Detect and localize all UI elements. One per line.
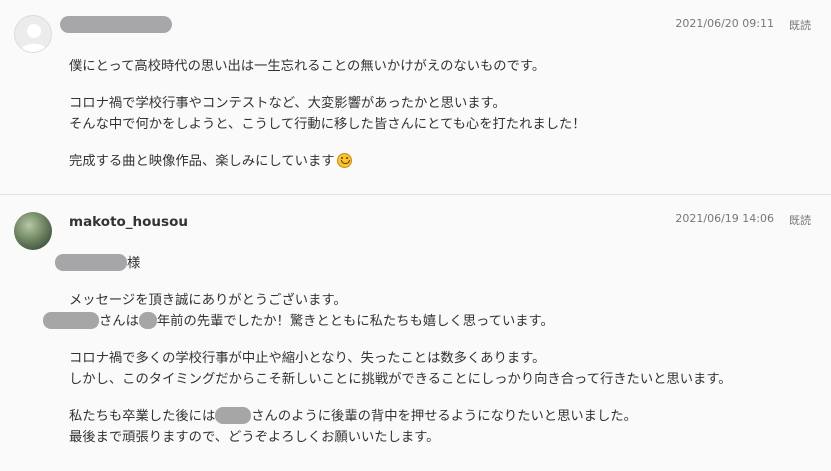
author-name[interactable]: makoto_housou bbox=[69, 214, 188, 230]
read-status: 既読 bbox=[789, 19, 811, 32]
message-text: コロナ禍で多くの学校行事が中止や縮小となり、失ったことは数多くあります。 bbox=[69, 351, 546, 366]
message-text: 僕にとって高校時代の思い出は一生忘れることの無いかけがえのないものです。 bbox=[69, 59, 546, 74]
message-text: さんは bbox=[99, 314, 139, 329]
message-text: しかし、このタイミングだからこそ新しいことに挑戦ができることにしっかり向き合って… bbox=[69, 372, 732, 387]
message-body: 様 メッセージを頂き誠にありがとうございます。 さんは 年前の先輩でしたか！驚きと… bbox=[43, 253, 809, 464]
redacted-name bbox=[55, 254, 127, 271]
message-timestamp: 2021/06/19 14:06 bbox=[675, 212, 774, 225]
message-item: makoto_housou 2021/06/19 14:06 既読 様 メッセー… bbox=[0, 195, 831, 471]
message-text: さんのように後輩の背中を押せるようになりたいと思いました。 bbox=[251, 409, 637, 424]
message-text: 様 bbox=[127, 256, 141, 271]
message-timestamp: 2021/06/20 09:11 bbox=[675, 17, 774, 30]
message-text: コロナ禍で学校行事やコンテストなど、大変影響があったかと思います。 bbox=[69, 96, 506, 111]
redacted-number bbox=[138, 312, 157, 329]
message-text: 私たちも卒業した後には bbox=[69, 409, 216, 424]
message-item: 2021/06/20 09:11 既読 僕にとって高校時代の思い出は一生忘れるこ… bbox=[0, 0, 831, 195]
redacted-username bbox=[60, 16, 172, 33]
message-text: 最後まで頑張りますので、どうぞよろしくお願いいたします。 bbox=[69, 430, 440, 445]
message-text: 年前の先輩でしたか！驚きとともに私たちも嬉しく思っています。 bbox=[156, 314, 554, 329]
default-avatar[interactable] bbox=[14, 15, 52, 53]
user-silhouette-icon bbox=[20, 24, 48, 52]
message-text: 完成する曲と映像作品、楽しみにしています bbox=[69, 154, 335, 169]
message-body: 僕にとって高校時代の思い出は一生忘れることの無いかけがえのないものです。 コロナ… bbox=[69, 56, 809, 188]
smiling-face-icon bbox=[336, 153, 352, 168]
avatar[interactable] bbox=[14, 212, 52, 250]
read-status: 既読 bbox=[789, 214, 811, 227]
message-text: そんな中で何かをしようと、こうして行動に移した皆さんにとても心を打たれました！ bbox=[69, 117, 586, 132]
message-text: メッセージを頂き誠にありがとうございます。 bbox=[69, 293, 347, 308]
redacted-name bbox=[215, 407, 252, 424]
redacted-name bbox=[43, 312, 99, 329]
